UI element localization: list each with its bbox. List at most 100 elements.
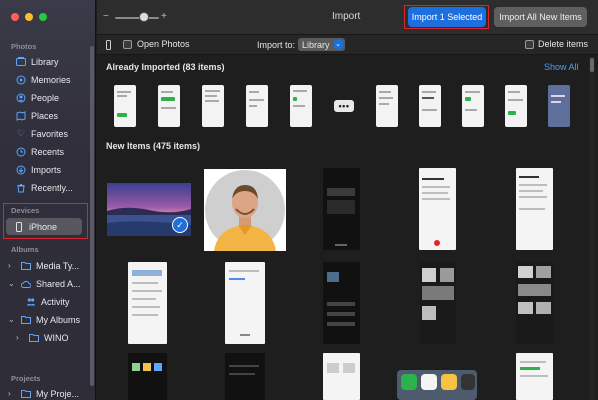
sidebar-item-label: My Proje... xyxy=(36,388,80,399)
folder-icon xyxy=(21,315,31,325)
clock-icon xyxy=(16,147,26,157)
imported-thumbnail[interactable] xyxy=(548,85,570,127)
content-scrollbar-track[interactable] xyxy=(589,56,595,400)
chevron-right-icon[interactable]: › xyxy=(8,261,16,270)
zoom-out-icon[interactable]: − xyxy=(103,11,109,22)
sidebar-item-my-projects[interactable]: › My Proje... xyxy=(2,385,82,400)
chevron-down-icon[interactable]: ⌄ xyxy=(8,315,16,324)
import-to-label: Import to: xyxy=(257,40,296,50)
open-photos-option[interactable]: Open Photos xyxy=(123,39,190,49)
toolbar: − + Import Import 1 Selected Import All … xyxy=(97,0,598,35)
more-imported-button[interactable]: ••• xyxy=(334,100,354,112)
content-scrollbar-thumb[interactable] xyxy=(590,58,594,72)
imported-thumbnail[interactable] xyxy=(114,85,136,127)
imported-thumbnail[interactable] xyxy=(462,85,484,127)
sidebar-section-albums: Albums xyxy=(11,245,39,254)
new-item-screenshot[interactable] xyxy=(419,168,456,250)
imported-thumbnail[interactable] xyxy=(376,85,398,127)
zoom-slider[interactable] xyxy=(115,17,159,19)
sidebar-item-label: Recents xyxy=(31,146,65,157)
imported-thumbnail[interactable] xyxy=(158,85,180,127)
new-item-screenshot[interactable] xyxy=(397,370,477,400)
sidebar-item-recently-deleted[interactable]: Recently... xyxy=(8,179,88,196)
chevron-down-icon[interactable]: ⌄ xyxy=(8,279,16,288)
highlight-box-devices xyxy=(3,203,88,239)
sidebar-item-imports[interactable]: Imports xyxy=(8,161,88,178)
sidebar-item-label: Places xyxy=(31,110,59,121)
sidebar-item-shared-albums[interactable]: ⌄ Shared A... xyxy=(2,275,82,292)
places-icon xyxy=(16,110,26,121)
chevron-right-icon[interactable]: › xyxy=(8,389,16,398)
import-all-new-items-button[interactable]: Import All New Items xyxy=(494,7,587,27)
sidebar-item-people[interactable]: People xyxy=(8,89,88,106)
imported-thumbnail[interactable] xyxy=(202,85,224,127)
new-item-screenshot[interactable] xyxy=(516,262,553,344)
new-item-screenshot[interactable] xyxy=(516,353,553,400)
sidebar-item-activity[interactable]: Activity xyxy=(18,293,88,310)
close-window-button[interactable] xyxy=(11,13,19,21)
sidebar-item-memories[interactable]: Memories xyxy=(8,71,88,88)
new-item-screenshot[interactable] xyxy=(128,353,167,400)
new-item-photo-selected[interactable]: ✓ xyxy=(107,183,191,236)
import-options-bar: Open Photos Import to: Library ⌄ Delete … xyxy=(97,35,598,55)
sidebar-item-label: Recently... xyxy=(31,182,73,193)
already-imported-title: Already Imported (83 items) xyxy=(106,62,225,72)
people-icon xyxy=(16,93,26,103)
imported-thumbnail[interactable] xyxy=(419,85,441,127)
new-item-portrait-photo[interactable] xyxy=(204,169,286,251)
open-photos-checkbox[interactable] xyxy=(123,39,132,49)
sidebar-item-label: Favorites xyxy=(31,128,69,139)
sidebar-item-label: WINO xyxy=(44,332,69,343)
sidebar-item-label: Memories xyxy=(31,74,71,85)
sidebar-item-label: Library xyxy=(31,56,59,67)
import-destination-select[interactable]: Library ⌄ xyxy=(298,38,345,51)
sidebar-item-label: Shared A... xyxy=(36,278,81,289)
sidebar-item-library[interactable]: Library xyxy=(8,53,88,70)
folder-icon xyxy=(21,389,31,399)
selected-checkmark-icon: ✓ xyxy=(172,217,188,233)
sidebar-item-media-types[interactable]: › Media Ty... xyxy=(2,257,82,274)
delete-items-option[interactable]: Delete items xyxy=(525,39,588,49)
new-item-screenshot[interactable] xyxy=(225,353,265,400)
heart-icon: ♡ xyxy=(16,128,26,138)
new-item-screenshot[interactable] xyxy=(516,168,553,250)
imported-thumbnail[interactable] xyxy=(505,85,527,127)
sidebar-scrollbar[interactable] xyxy=(90,46,94,386)
new-item-screenshot[interactable] xyxy=(420,262,456,344)
imported-thumbnail[interactable] xyxy=(246,85,268,127)
new-item-screenshot[interactable] xyxy=(128,262,167,344)
new-item-screenshot[interactable] xyxy=(323,353,360,400)
chevron-right-icon[interactable]: › xyxy=(16,333,24,342)
new-item-screenshot[interactable] xyxy=(225,262,265,344)
library-icon xyxy=(16,57,26,67)
zoom-slider-knob[interactable] xyxy=(139,12,149,22)
sidebar-item-label: People xyxy=(31,92,60,103)
delete-items-checkbox[interactable] xyxy=(525,39,534,49)
new-items-title: New Items (475 items) xyxy=(106,141,201,151)
sidebar-item-label: Imports xyxy=(31,164,62,175)
highlight-box-import-selected xyxy=(404,5,489,29)
show-all-link[interactable]: Show All xyxy=(544,62,579,72)
zoom-in-icon[interactable]: + xyxy=(161,11,167,22)
sidebar-item-places[interactable]: Places xyxy=(8,107,88,124)
portrait-photo xyxy=(204,169,286,251)
new-item-screenshot[interactable] xyxy=(323,168,360,250)
import-content: Already Imported (83 items) Show All •••… xyxy=(97,56,588,400)
device-icon xyxy=(106,40,111,50)
folder-icon xyxy=(21,261,31,271)
minimize-window-button[interactable] xyxy=(25,13,33,21)
window-title: Import xyxy=(332,11,361,22)
sidebar-item-wino[interactable]: › WINO xyxy=(10,329,88,346)
sidebar-item-label: Media Ty... xyxy=(36,260,80,271)
zoom-window-button[interactable] xyxy=(39,13,47,21)
imported-thumbnail[interactable] xyxy=(290,85,312,127)
new-item-screenshot[interactable] xyxy=(323,262,360,344)
sidebar-item-recents[interactable]: Recents xyxy=(8,143,88,160)
window-controls xyxy=(11,13,47,21)
activity-icon xyxy=(26,297,36,307)
sidebar-item-my-albums[interactable]: ⌄ My Albums xyxy=(2,311,82,328)
sidebar: Photos Library Memories People Places ♡ … xyxy=(0,0,96,400)
chevron-down-icon: ⌄ xyxy=(333,40,343,49)
sidebar-item-favorites[interactable]: ♡ Favorites xyxy=(8,125,88,142)
delete-items-label: Delete items xyxy=(538,39,589,49)
